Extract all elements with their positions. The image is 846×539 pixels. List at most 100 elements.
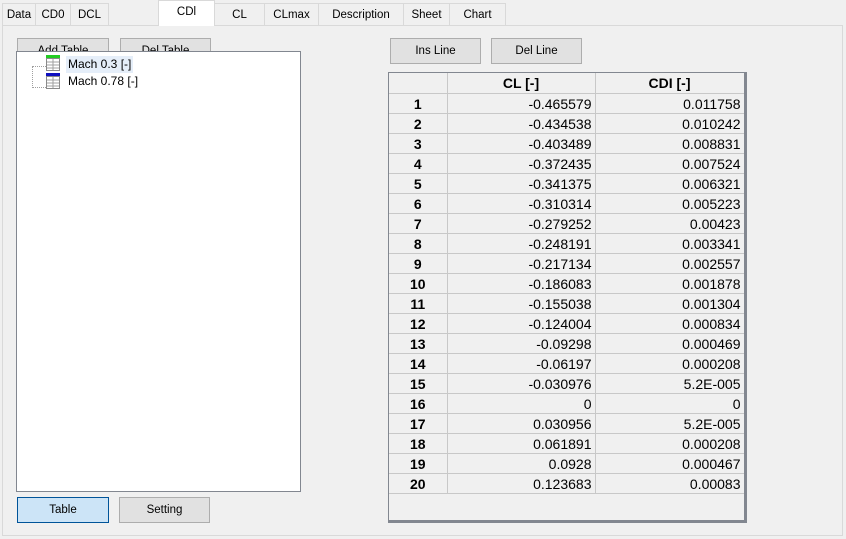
tab-cd0[interactable]: CD0 xyxy=(35,3,71,25)
table-view-button[interactable]: Table xyxy=(17,497,109,523)
cell-cdi[interactable]: 0.010242 xyxy=(595,113,744,134)
cell-cdi[interactable]: 0.008831 xyxy=(595,133,744,154)
row-header[interactable]: 14 xyxy=(389,353,448,374)
table-row: 18 0.061891 0.000208 xyxy=(389,433,744,454)
table-row: 17 0.030956 5.2E-005 xyxy=(389,413,744,434)
table-row: 12 -0.124004 0.000834 xyxy=(389,313,744,334)
row-header[interactable]: 12 xyxy=(389,313,448,334)
row-header[interactable]: 7 xyxy=(389,213,448,234)
row-header[interactable]: 10 xyxy=(389,273,448,294)
table-icon xyxy=(46,73,60,89)
tab-dcl[interactable]: DCL xyxy=(70,3,109,25)
row-header[interactable]: 3 xyxy=(389,133,448,154)
setting-view-button[interactable]: Setting xyxy=(119,497,210,523)
table-row: 1 -0.465579 0.011758 xyxy=(389,93,744,114)
table-header-row: CL [-] CDI [-] xyxy=(389,73,744,94)
cell-cdi[interactable]: 0.00423 xyxy=(595,213,744,234)
table-row: 7 -0.279252 0.00423 xyxy=(389,213,744,234)
cell-cdi[interactable]: 0.001304 xyxy=(595,293,744,314)
table-row: 2 -0.434538 0.010242 xyxy=(389,113,744,134)
tab-data[interactable]: Data xyxy=(2,3,36,25)
cell-cdi[interactable]: 0.00083 xyxy=(595,473,744,494)
data-grid[interactable]: CL [-] CDI [-] 1 -0.465579 0.011758 2 -0.434… xyxy=(388,72,747,523)
cell-cdi[interactable]: 0.005223 xyxy=(595,193,744,214)
table-row: 8 -0.248191 0.003341 xyxy=(389,233,744,254)
cell-cdi[interactable]: 0.002557 xyxy=(595,253,744,274)
tab-chart[interactable]: Chart xyxy=(449,3,506,25)
cell-cl[interactable]: -0.434538 xyxy=(447,113,596,134)
cell-cdi[interactable]: 0.011758 xyxy=(595,93,744,114)
row-header[interactable]: 6 xyxy=(389,193,448,214)
cell-cl[interactable]: -0.217134 xyxy=(447,253,596,274)
table-row: 14 -0.06197 0.000208 xyxy=(389,353,744,374)
table-row: 11 -0.155038 0.001304 xyxy=(389,293,744,314)
cell-cl[interactable]: 0.061891 xyxy=(447,433,596,454)
tab-description[interactable]: Description xyxy=(318,3,404,25)
cell-cdi[interactable]: 5.2E-005 xyxy=(595,413,744,434)
cell-cl[interactable]: 0.123683 xyxy=(447,473,596,494)
column-header-cl[interactable]: CL [-] xyxy=(447,73,596,94)
row-header[interactable]: 9 xyxy=(389,253,448,274)
table-row: 15 -0.030976 5.2E-005 xyxy=(389,373,744,394)
tab-cdl[interactable]: CDl xyxy=(158,0,215,26)
corner-header xyxy=(389,73,448,94)
cell-cl[interactable]: -0.248191 xyxy=(447,233,596,254)
table-row: 13 -0.09298 0.000469 xyxy=(389,333,744,354)
row-header[interactable]: 16 xyxy=(389,393,448,414)
tab-strip: Data CD0 DCL CDl CL CLmax Description Sh… xyxy=(0,0,846,26)
table-icon xyxy=(46,55,60,71)
cell-cl[interactable]: -0.372435 xyxy=(447,153,596,174)
cell-cl[interactable]: -0.186083 xyxy=(447,273,596,294)
cell-cdi[interactable]: 0.000834 xyxy=(595,313,744,334)
cell-cl[interactable]: 0.0928 xyxy=(447,453,596,474)
column-header-cdi[interactable]: CDI [-] xyxy=(595,73,744,94)
cell-cdi[interactable]: 0.000467 xyxy=(595,453,744,474)
tab-cl[interactable]: CL xyxy=(214,3,265,25)
cell-cl[interactable]: -0.279252 xyxy=(447,213,596,234)
cell-cdi[interactable]: 0.000469 xyxy=(595,333,744,354)
cell-cl[interactable]: 0.030956 xyxy=(447,413,596,434)
tree-item-mach-0-78[interactable]: Mach 0.78 [-] xyxy=(66,73,140,90)
cell-cl[interactable]: -0.341375 xyxy=(447,173,596,194)
row-header[interactable]: 20 xyxy=(389,473,448,494)
table-row: 6 -0.310314 0.005223 xyxy=(389,193,744,214)
row-header[interactable]: 13 xyxy=(389,333,448,354)
row-header[interactable]: 15 xyxy=(389,373,448,394)
cell-cl[interactable]: -0.465579 xyxy=(447,93,596,114)
row-header[interactable]: 19 xyxy=(389,453,448,474)
cell-cdi[interactable]: 0 xyxy=(595,393,744,414)
cell-cl[interactable]: -0.030976 xyxy=(447,373,596,394)
cell-cdi[interactable]: 0.001878 xyxy=(595,273,744,294)
tab-sheet[interactable]: Sheet xyxy=(403,3,450,25)
cell-cl[interactable]: -0.09298 xyxy=(447,333,596,354)
table-row: 16 0 0 xyxy=(389,393,744,414)
cell-cl[interactable]: 0 xyxy=(447,393,596,414)
tree-connector xyxy=(32,66,33,88)
row-header[interactable]: 4 xyxy=(389,153,448,174)
tree-connector xyxy=(32,87,46,88)
cell-cl[interactable]: -0.310314 xyxy=(447,193,596,214)
cell-cl[interactable]: -0.124004 xyxy=(447,313,596,334)
cell-cdi[interactable]: 5.2E-005 xyxy=(595,373,744,394)
cell-cl[interactable]: -0.06197 xyxy=(447,353,596,374)
table-tree[interactable]: Mach 0.3 [-] Mach 0.78 [-] xyxy=(16,51,301,492)
cell-cdi[interactable]: 0.006321 xyxy=(595,173,744,194)
row-header[interactable]: 11 xyxy=(389,293,448,314)
row-header[interactable]: 2 xyxy=(389,113,448,134)
tree-item-mach-0-3[interactable]: Mach 0.3 [-] xyxy=(66,56,134,73)
cell-cl[interactable]: -0.155038 xyxy=(447,293,596,314)
row-header[interactable]: 18 xyxy=(389,433,448,454)
row-header[interactable]: 8 xyxy=(389,233,448,254)
cell-cdi[interactable]: 0.000208 xyxy=(595,433,744,454)
cell-cdi[interactable]: 0.007524 xyxy=(595,153,744,174)
row-header[interactable]: 5 xyxy=(389,173,448,194)
del-line-button[interactable]: Del Line xyxy=(491,38,582,64)
tab-clmax[interactable]: CLmax xyxy=(264,3,319,25)
cell-cdi[interactable]: 0.003341 xyxy=(595,233,744,254)
row-header[interactable]: 17 xyxy=(389,413,448,434)
cell-cdi[interactable]: 0.000208 xyxy=(595,353,744,374)
row-header[interactable]: 1 xyxy=(389,93,448,114)
ins-line-button[interactable]: Ins Line xyxy=(390,38,481,64)
cdl-table: CL [-] CDI [-] 1 -0.465579 0.011758 2 -0.434… xyxy=(389,73,744,494)
cell-cl[interactable]: -0.403489 xyxy=(447,133,596,154)
